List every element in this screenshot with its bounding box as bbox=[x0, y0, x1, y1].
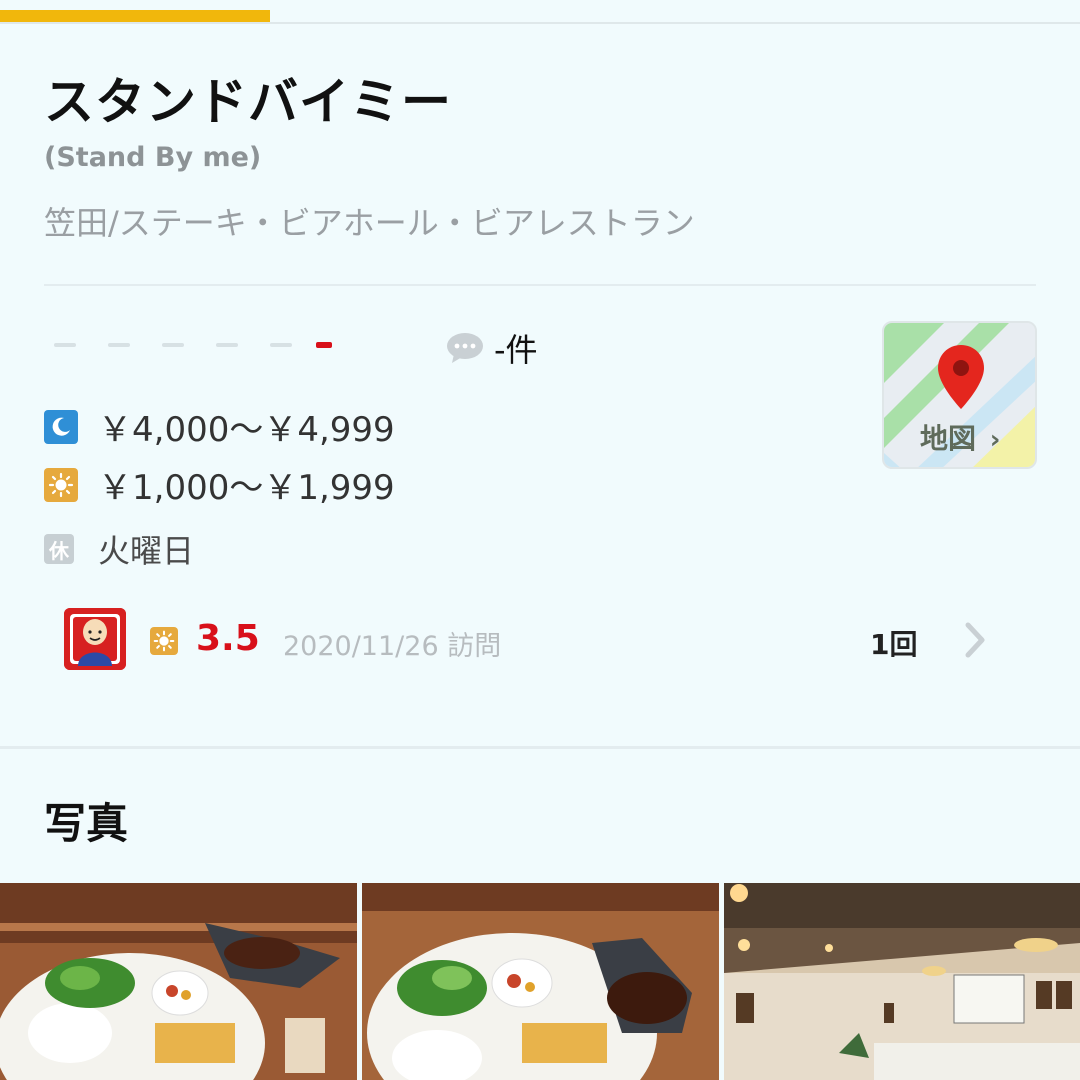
map-button[interactable]: 地図 › bbox=[882, 321, 1037, 469]
sun-icon bbox=[44, 467, 78, 502]
rating-dash bbox=[54, 343, 76, 347]
photos-heading: 写真 bbox=[44, 799, 129, 848]
holiday-text: 火曜日 bbox=[98, 532, 195, 570]
map-label-text: 地図 bbox=[920, 422, 977, 455]
rating-dash bbox=[216, 343, 238, 347]
holiday-row: 休 火曜日 bbox=[44, 526, 194, 572]
dinner-price-row: ￥4,000～￥4,999 bbox=[44, 402, 395, 451]
sun-icon bbox=[150, 627, 178, 655]
rating-dash bbox=[108, 343, 130, 347]
visit-count: 1回 bbox=[870, 628, 918, 661]
tab-bar bbox=[0, 0, 1080, 24]
restaurant-category: 笠田/ステーキ・ビアホール・ビアレストラン bbox=[44, 204, 695, 242]
photo-food-plate-2[interactable] bbox=[362, 883, 719, 1080]
rating-score-dash bbox=[316, 342, 332, 348]
rating-dash bbox=[270, 343, 292, 347]
divider bbox=[44, 284, 1036, 286]
lunch-price-row: ￥1,000～￥1,999 bbox=[44, 460, 395, 509]
visit-score: 3.5 bbox=[196, 618, 260, 659]
user-avatar[interactable] bbox=[64, 608, 126, 670]
chevron-right-icon[interactable] bbox=[960, 620, 990, 660]
section-divider bbox=[0, 746, 1080, 749]
photo-food-plate-1[interactable] bbox=[0, 883, 357, 1080]
closed-day-badge: 休 bbox=[44, 534, 74, 564]
map-label: 地図 › bbox=[920, 417, 1000, 457]
visit-date: 2020/11/26 訪問 bbox=[283, 631, 502, 662]
map-pin-icon bbox=[936, 343, 986, 415]
rating-dash bbox=[162, 343, 184, 347]
photo-interior[interactable] bbox=[724, 883, 1080, 1080]
dinner-price: ￥4,000～￥4,999 bbox=[98, 410, 395, 450]
review-count: -件 bbox=[494, 331, 538, 369]
chevron-right-icon: › bbox=[989, 425, 1001, 455]
tab-bar-line bbox=[0, 22, 1080, 24]
lunch-price: ￥1,000～￥1,999 bbox=[98, 468, 395, 508]
moon-icon bbox=[44, 409, 78, 444]
review-count-link[interactable]: -件 bbox=[446, 326, 538, 370]
speech-bubble-icon bbox=[446, 332, 484, 364]
restaurant-name: スタンドバイミー bbox=[44, 73, 452, 131]
visit-record-row[interactable]: 3.5 2020/11/26 訪問 1回 bbox=[44, 588, 1036, 694]
tab-active-indicator[interactable] bbox=[0, 10, 270, 22]
restaurant-name-en: (Stand By me) bbox=[44, 142, 262, 173]
